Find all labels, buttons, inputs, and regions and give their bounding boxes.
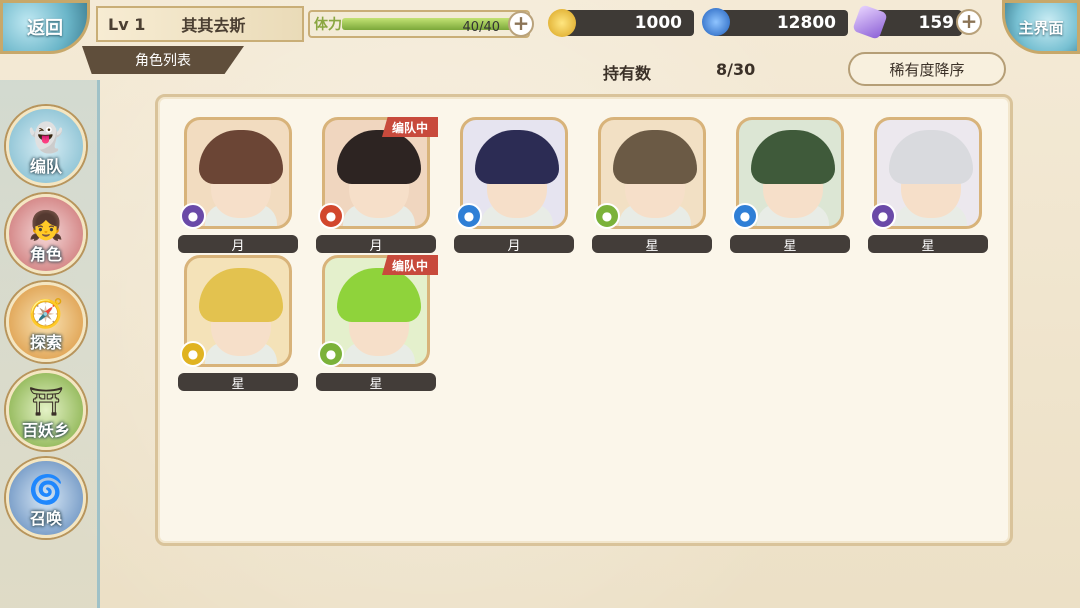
owned-count: 8/30 (716, 60, 756, 79)
home-label: 主界面 (1018, 18, 1064, 37)
player-level-box: Lv 1 其其去斯 (96, 6, 304, 42)
sort-button[interactable]: 稀有度降序 (848, 52, 1006, 86)
sort-label: 稀有度降序 (889, 60, 965, 79)
character-card[interactable]: ● 月 (178, 117, 298, 257)
sidebar-item-label: 编队 (29, 157, 62, 176)
gold-coin-icon (548, 9, 576, 37)
character-card[interactable]: ● 月 (454, 117, 574, 257)
rarity-label: 月 (178, 235, 298, 254)
summon-icon: 🌀 (28, 473, 64, 506)
soul-flame-icon (702, 8, 730, 36)
sidebar-item-summon[interactable]: 🌀 召唤 (6, 458, 86, 538)
stamina-bar: 体力 40/40 (308, 10, 530, 38)
water-element-icon: ● (456, 203, 482, 229)
ghost-icon: 👻 (28, 121, 64, 154)
sidebar: 👻 编队 👧 角色 🧭 探索 ⛩ 百妖乡 🌀 召唤 (0, 80, 100, 608)
character-card[interactable]: ● 星 (178, 255, 298, 395)
in-team-badge: 编队中 (382, 117, 438, 137)
soul-display: 12800 (712, 10, 848, 36)
dark-element-icon: ● (180, 203, 206, 229)
crystal-value: 159 (918, 13, 955, 33)
character-icon: 👧 (28, 209, 64, 242)
character-card[interactable]: ● 星 (592, 117, 712, 257)
player-level: Lv 1 (108, 14, 146, 34)
rarity-label: 星 (730, 235, 850, 254)
rarity-label: 星 (592, 235, 712, 254)
light-element-icon: ● (180, 341, 206, 367)
sidebar-item-label: 探索 (29, 333, 62, 352)
add-stamina-button[interactable]: + (508, 11, 534, 37)
character-card[interactable]: ● 星 (730, 117, 850, 257)
sidebar-item-label: 角色 (29, 245, 62, 264)
rarity-label: 星 (316, 373, 436, 392)
character-card[interactable]: ● 编队中星 (316, 255, 438, 395)
sidebar-item-village[interactable]: ⛩ 百妖乡 (6, 370, 86, 450)
in-team-badge: 编队中 (382, 255, 438, 275)
rarity-label: 月 (316, 235, 436, 254)
player-name: 其其去斯 (181, 16, 246, 35)
gold-display: 1000 (560, 10, 694, 36)
character-card[interactable]: ● 星 (868, 117, 988, 257)
tab-character-list: 角色列表 (82, 46, 244, 74)
stamina-value: 40/40 (462, 20, 500, 35)
water-element-icon: ● (732, 203, 758, 229)
soul-value: 12800 (776, 13, 836, 33)
wind-element-icon: ● (594, 203, 620, 229)
wind-element-icon: ● (318, 341, 344, 367)
sidebar-item-team[interactable]: 👻 编队 (6, 106, 86, 186)
gold-value: 1000 (634, 13, 682, 33)
sidebar-item-label: 百妖乡 (21, 421, 70, 440)
rarity-label: 月 (454, 235, 574, 254)
add-crystal-button[interactable]: + (956, 9, 982, 35)
sidebar-item-characters[interactable]: 👧 角色 (6, 194, 86, 274)
rarity-label: 星 (868, 235, 988, 254)
compass-icon: 🧭 (28, 297, 64, 330)
character-card[interactable]: ● 编队中月 (316, 117, 438, 257)
sidebar-item-explore[interactable]: 🧭 探索 (6, 282, 86, 362)
sidebar-item-label: 召唤 (29, 509, 62, 528)
stamina-label: 体力 (314, 17, 342, 33)
back-label: 返回 (27, 18, 63, 39)
fire-element-icon: ● (318, 203, 344, 229)
rarity-label: 星 (178, 373, 298, 392)
village-icon: ⛩ (28, 385, 64, 418)
dark-element-icon: ● (870, 203, 896, 229)
character-grid-panel: ● 月 ● 编队中月 ● 月 ● 星 ● 星 ● 星 ● 星 ● 编队中星 (155, 94, 1013, 546)
owned-label: 持有数 (603, 64, 652, 83)
tab-label: 角色列表 (135, 53, 191, 69)
